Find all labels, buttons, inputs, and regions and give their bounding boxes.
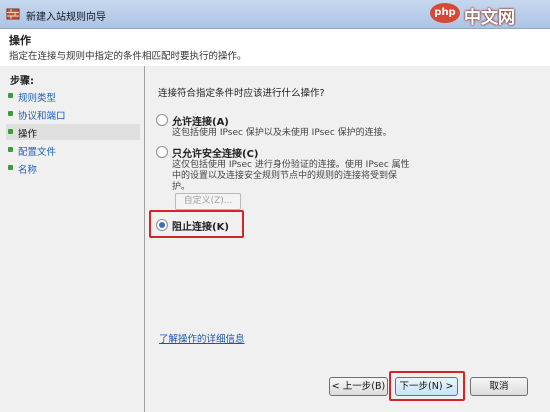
allow-description: 这包括使用 IPsec 保护以及未使用 IPsec 保护的连接。 xyxy=(172,128,392,138)
allow-secure-description: 这仅包括使用 IPsec 进行身份验证的连接。使用 IPsec 属性中的设置以及… xyxy=(172,160,410,192)
step-bullet-icon xyxy=(8,147,13,152)
step-name[interactable]: 名称 xyxy=(6,160,140,176)
action-content: 连接符合指定条件时应该进行什么操作? 允许连接(A) 这包括使用 IPsec 保… xyxy=(145,66,550,412)
step-bullet-icon xyxy=(8,129,13,134)
step-action[interactable]: 操作 xyxy=(6,124,140,140)
window-title: 新建入站规则向导 xyxy=(26,12,106,23)
step-bullet-icon xyxy=(8,93,13,98)
steps-panel: 步骤: 规则类型 协议和端口 操作 配置文件 名称 xyxy=(0,66,145,412)
step-profile[interactable]: 配置文件 xyxy=(6,142,140,158)
step-label: 操作 xyxy=(18,129,38,140)
title-bar: 新建入站规则向导 php 中文网 xyxy=(0,0,550,29)
allow-secure-label: 只允许安全连接(C) xyxy=(172,149,259,160)
page-subtitle: 指定在连接与规则中指定的条件相匹配时要执行的操作。 xyxy=(9,51,247,62)
step-label: 名称 xyxy=(18,165,38,176)
learn-more-link[interactable]: 了解操作的详细信息 xyxy=(159,331,245,345)
action-question: 连接符合指定条件时应该进行什么操作? xyxy=(158,88,325,99)
step-bullet-icon xyxy=(8,165,13,170)
page-header: 操作 指定在连接与规则中指定的条件相匹配时要执行的操作。 xyxy=(0,29,550,67)
step-label: 配置文件 xyxy=(18,147,57,158)
firewall-icon xyxy=(6,8,20,20)
allow-secure-radio[interactable] xyxy=(156,146,168,158)
watermark-text: 中文网 xyxy=(464,8,515,28)
allow-label: 允许连接(A) xyxy=(172,117,229,128)
step-label: 规则类型 xyxy=(18,93,57,104)
block-option-highlight xyxy=(149,210,244,238)
step-label: 协议和端口 xyxy=(18,111,66,122)
step-rule-type[interactable]: 规则类型 xyxy=(6,88,140,104)
steps-title: 步骤: xyxy=(10,76,34,87)
allow-radio[interactable] xyxy=(156,114,168,126)
watermark-badge: php xyxy=(430,3,460,23)
step-protocol-ports[interactable]: 协议和端口 xyxy=(6,106,140,122)
watermark-logo: php 中文网 xyxy=(430,2,542,28)
page-title: 操作 xyxy=(9,34,31,47)
next-button-highlight xyxy=(389,371,465,401)
cancel-button[interactable]: 取消 xyxy=(470,377,528,396)
step-bullet-icon xyxy=(8,111,13,116)
back-button[interactable]: < 上一步(B) xyxy=(329,377,388,396)
customize-button[interactable]: 自定义(Z)... xyxy=(175,193,241,210)
